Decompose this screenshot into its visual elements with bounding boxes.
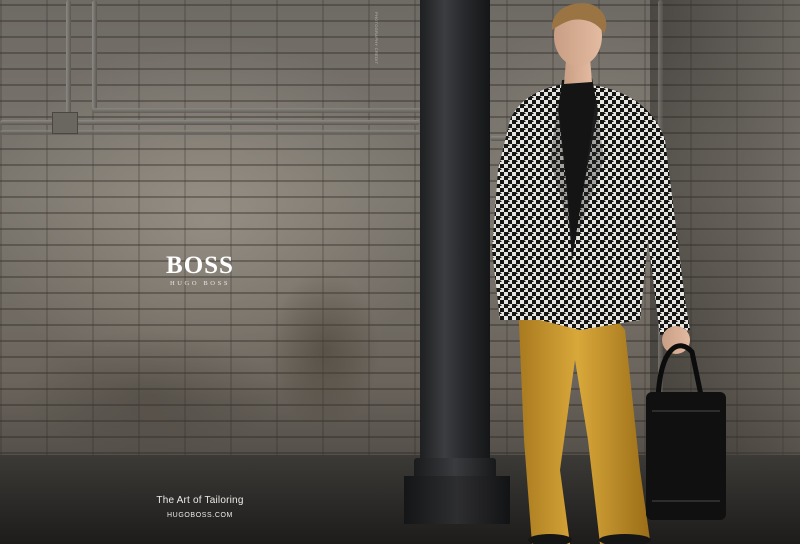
junction-box xyxy=(52,112,78,134)
model-figure xyxy=(492,3,726,544)
advertisement: BOSS HUGO BOSS PHOTOGRAPHY CREDIT The Ar… xyxy=(0,0,800,544)
photo-credit: PHOTOGRAPHY CREDIT xyxy=(374,12,379,65)
wall-pipe xyxy=(92,108,422,113)
wall-pipe xyxy=(66,0,71,122)
website-link[interactable]: HUGOBOSS.COM xyxy=(130,512,270,519)
brand-logo: BOSS xyxy=(166,252,234,279)
wall-stain xyxy=(270,270,380,430)
wall-pipe xyxy=(92,0,97,110)
brand-logo-subline: HUGO BOSS xyxy=(169,280,231,287)
campaign-tagline: The Art of Tailoring xyxy=(156,495,244,506)
wall-stain xyxy=(20,330,280,460)
bag-handle xyxy=(655,343,705,401)
trousers xyxy=(518,300,650,544)
